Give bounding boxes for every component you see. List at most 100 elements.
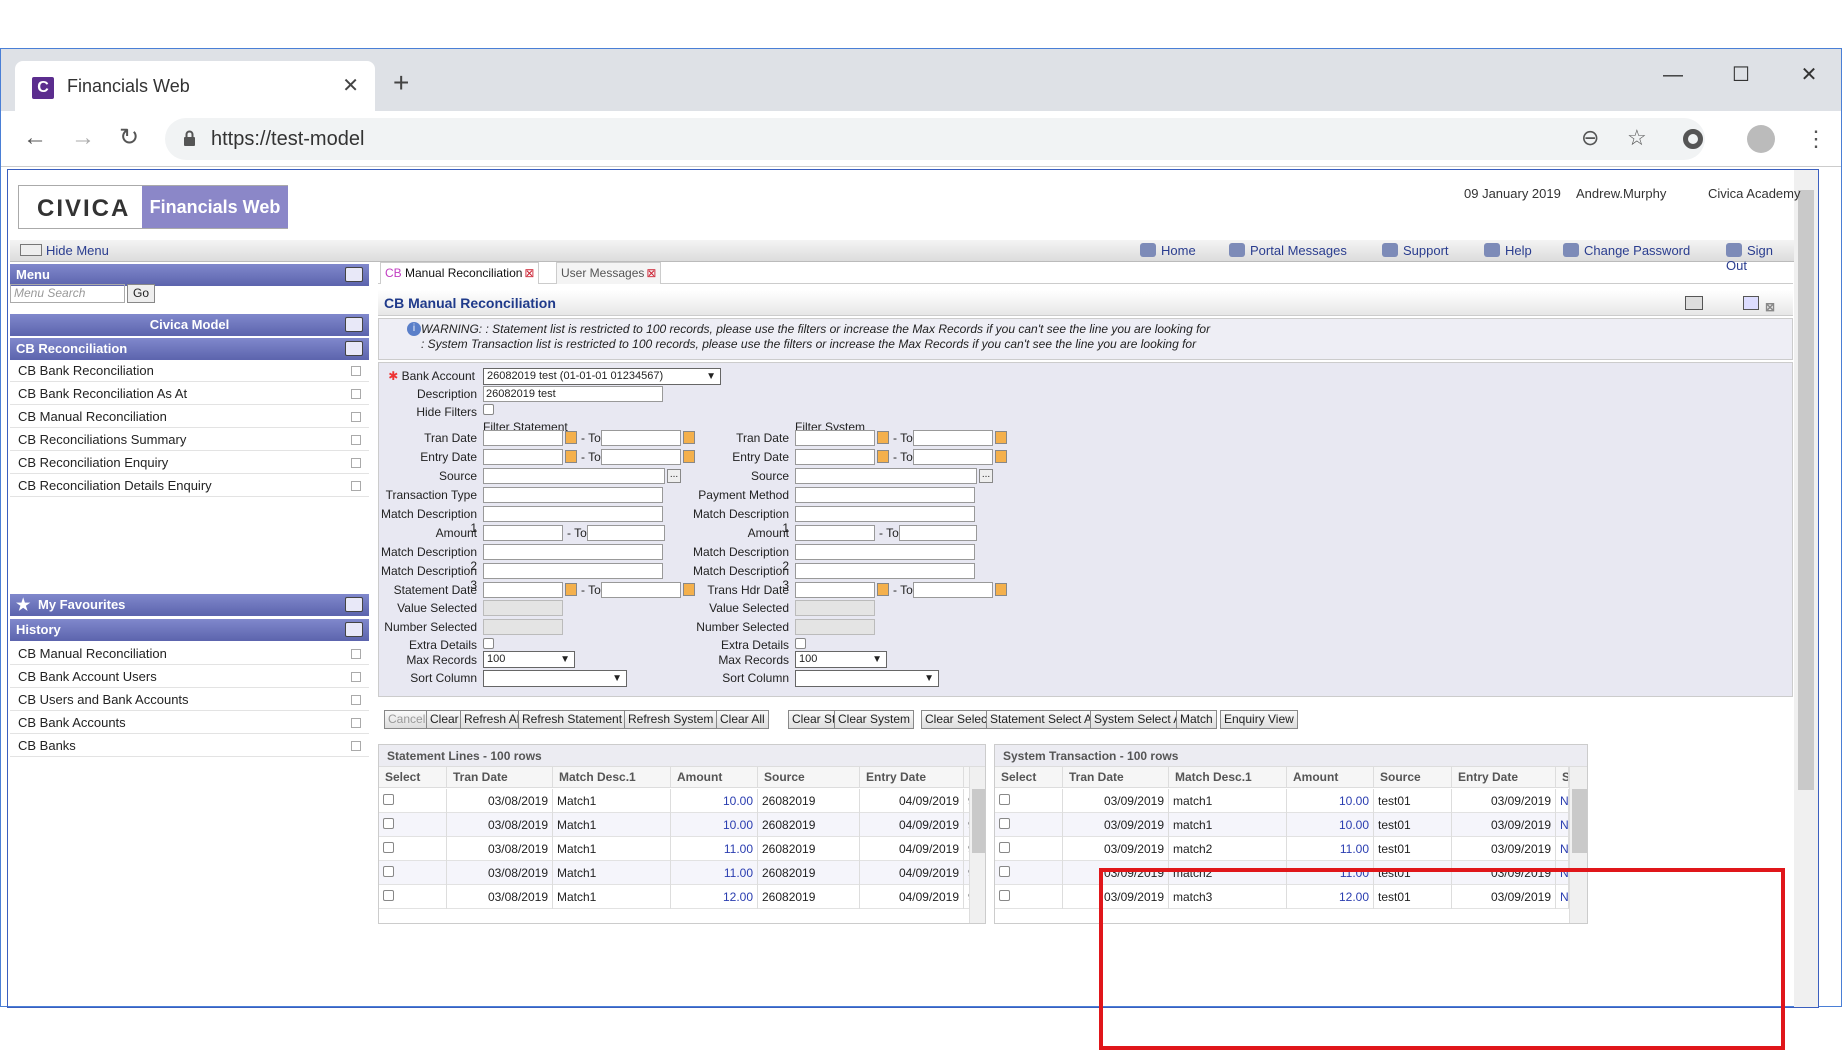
statement-filter-from-field-8[interactable]: [483, 582, 563, 598]
close-page-icon[interactable]: ⊠: [1765, 294, 1775, 320]
statement-filter-sort-column-select[interactable]: ▼: [483, 670, 627, 687]
statement-filter-text-field-7[interactable]: [483, 563, 663, 579]
extension-icon[interactable]: [1683, 129, 1703, 149]
section-toggle-icon[interactable]: [345, 341, 363, 356]
row-select-checkbox[interactable]: [383, 794, 394, 805]
column-header[interactable]: Tran Date: [447, 767, 553, 788]
system-filter-text-field-7[interactable]: [795, 563, 975, 579]
tab-close-icon[interactable]: ⊠: [524, 266, 534, 280]
reload-icon[interactable]: ↻: [119, 123, 139, 153]
system-filter-to-field-1[interactable]: [913, 449, 993, 465]
table-row[interactable]: 03/08/2019Match112.002608201904/09/20199…: [379, 885, 985, 909]
browser-tab[interactable]: C Financials Web ✕: [15, 61, 375, 111]
system-filter-text-field-4[interactable]: [795, 506, 975, 522]
table-row[interactable]: 03/09/2019 match2 11.00 test01 03/09/2019 N: [995, 861, 1587, 885]
hide-filters-checkbox[interactable]: [483, 404, 494, 415]
tab-user-messages[interactable]: User Messages ⊠: [556, 262, 662, 284]
statement-filter-amount-from-field[interactable]: [483, 525, 563, 541]
action-button-match[interactable]: Match: [1176, 710, 1217, 729]
model-toggle-icon[interactable]: [345, 317, 363, 332]
profile-avatar-icon[interactable]: [1747, 125, 1775, 153]
action-button-clear[interactable]: Clear: [426, 710, 463, 729]
statement-grid-scrollbar[interactable]: [969, 767, 985, 923]
history-toggle-icon[interactable]: [345, 622, 363, 637]
system-filter-calendar-icon[interactable]: [877, 583, 889, 596]
system-filter-calendar-icon[interactable]: [995, 431, 1007, 444]
description-field[interactable]: 26082019 test: [483, 386, 663, 402]
history-header[interactable]: History: [10, 619, 369, 641]
system-filter-source-lookup-icon[interactable]: ...: [979, 469, 993, 483]
home-link[interactable]: Home: [1140, 243, 1196, 258]
statement-filter-calendar-icon[interactable]: [565, 431, 577, 444]
table-row[interactable]: 03/09/2019 match1 10.00 test01 03/09/2019 N: [995, 789, 1587, 813]
change-password-link[interactable]: Change Password: [1563, 243, 1690, 258]
browser-menu-icon[interactable]: ⋮: [1805, 125, 1827, 153]
history-item[interactable]: CB Users and Bank Accounts: [10, 689, 369, 711]
menu-toggle-icon[interactable]: [345, 267, 363, 282]
statement-filter-to-field-0[interactable]: [601, 430, 681, 446]
system-filter-from-field-0[interactable]: [795, 430, 875, 446]
row-select-checkbox[interactable]: [999, 890, 1010, 901]
action-button-cancel[interactable]: Cancel: [384, 710, 430, 729]
back-icon[interactable]: ←: [23, 123, 47, 153]
system-filter-source-field[interactable]: [795, 468, 977, 484]
statement-filter-amount-to-field[interactable]: [587, 525, 665, 541]
hide-menu-link[interactable]: Hide Menu: [20, 243, 109, 258]
history-item[interactable]: CB Bank Account Users: [10, 666, 369, 688]
favourites-header[interactable]: ★ My Favourites: [10, 594, 369, 616]
tab-close-icon[interactable]: ⊠: [646, 266, 656, 280]
statement-filter-calendar-icon[interactable]: [565, 583, 577, 596]
action-button-refresh-all[interactable]: Refresh All: [460, 710, 527, 729]
table-row[interactable]: 03/09/2019 match1 10.00 test01 03/09/2019 N: [995, 813, 1587, 837]
column-header[interactable]: Select: [379, 767, 447, 788]
row-select-checkbox[interactable]: [999, 842, 1010, 853]
row-select-checkbox[interactable]: [383, 890, 394, 901]
column-header[interactable]: Match Desc.1: [1169, 767, 1287, 788]
column-header[interactable]: Summ: [1556, 767, 1569, 788]
row-select-checkbox[interactable]: [999, 818, 1010, 829]
system-grid-scroll-thumb[interactable]: [1572, 789, 1587, 853]
window-close-icon[interactable]: ✕: [1789, 59, 1829, 91]
system-grid-scrollbar[interactable]: [1569, 767, 1587, 923]
system-filter-max-records-select[interactable]: 100 ▼: [795, 651, 887, 668]
menu-item-reconciliation-enquiry[interactable]: CB Reconciliation Enquiry: [10, 452, 369, 474]
system-filter-amount-to-field[interactable]: [899, 525, 977, 541]
statement-filter-text-field-3[interactable]: [483, 487, 663, 503]
menu-item-reconciliation-details-enquiry[interactable]: CB Reconciliation Details Enquiry: [10, 475, 369, 497]
column-header[interactable]: Amount: [1287, 767, 1374, 788]
column-header[interactable]: Tran Date: [1063, 767, 1169, 788]
system-filter-extra-details-checkbox[interactable]: [795, 638, 806, 649]
system-filter-calendar-icon[interactable]: [995, 450, 1007, 463]
table-row[interactable]: 03/09/2019 match3 12.00 test01 03/09/2019 N: [995, 885, 1587, 909]
column-header[interactable]: Entry Date: [1452, 767, 1556, 788]
action-button-refresh-statement[interactable]: Refresh Statement: [518, 710, 627, 729]
window-icon[interactable]: [1743, 296, 1759, 310]
zoom-icon[interactable]: ⊖: [1581, 124, 1599, 152]
action-button-statement-select-all[interactable]: Statement Select All: [986, 710, 1102, 729]
action-button-clear-system[interactable]: Clear System: [834, 710, 915, 729]
system-filter-to-field-0[interactable]: [913, 430, 993, 446]
new-tab-icon[interactable]: +: [393, 69, 409, 97]
row-select-checkbox[interactable]: [383, 818, 394, 829]
system-filter-text-field-6[interactable]: [795, 544, 975, 560]
bookmark-star-icon[interactable]: ☆: [1627, 124, 1647, 152]
statement-filter-to-field-8[interactable]: [601, 582, 681, 598]
statement-filter-text-field-4[interactable]: [483, 506, 663, 522]
system-filter-calendar-icon[interactable]: [995, 583, 1007, 596]
system-filter-from-field-8[interactable]: [795, 582, 875, 598]
statement-filter-to-field-1[interactable]: [601, 449, 681, 465]
statement-filter-from-field-1[interactable]: [483, 449, 563, 465]
statement-grid-scroll-thumb[interactable]: [972, 789, 985, 853]
menu-item-bank-reconciliation-as-at[interactable]: CB Bank Reconciliation As At: [10, 383, 369, 405]
system-filter-calendar-icon[interactable]: [877, 450, 889, 463]
menu-item-bank-reconciliation[interactable]: CB Bank Reconciliation: [10, 360, 369, 382]
menu-item-manual-reconciliation[interactable]: CB Manual Reconciliation: [10, 406, 369, 428]
help-link[interactable]: Help: [1484, 243, 1532, 258]
statement-filter-source-lookup-icon[interactable]: ...: [667, 469, 681, 483]
row-select-checkbox[interactable]: [999, 794, 1010, 805]
action-button-enquiry-view[interactable]: Enquiry View: [1220, 710, 1298, 729]
row-select-checkbox[interactable]: [999, 866, 1010, 877]
column-header[interactable]: Source: [758, 767, 860, 788]
table-row[interactable]: 03/08/2019Match110.002608201904/09/20199…: [379, 789, 985, 813]
system-filter-calendar-icon[interactable]: [877, 431, 889, 444]
